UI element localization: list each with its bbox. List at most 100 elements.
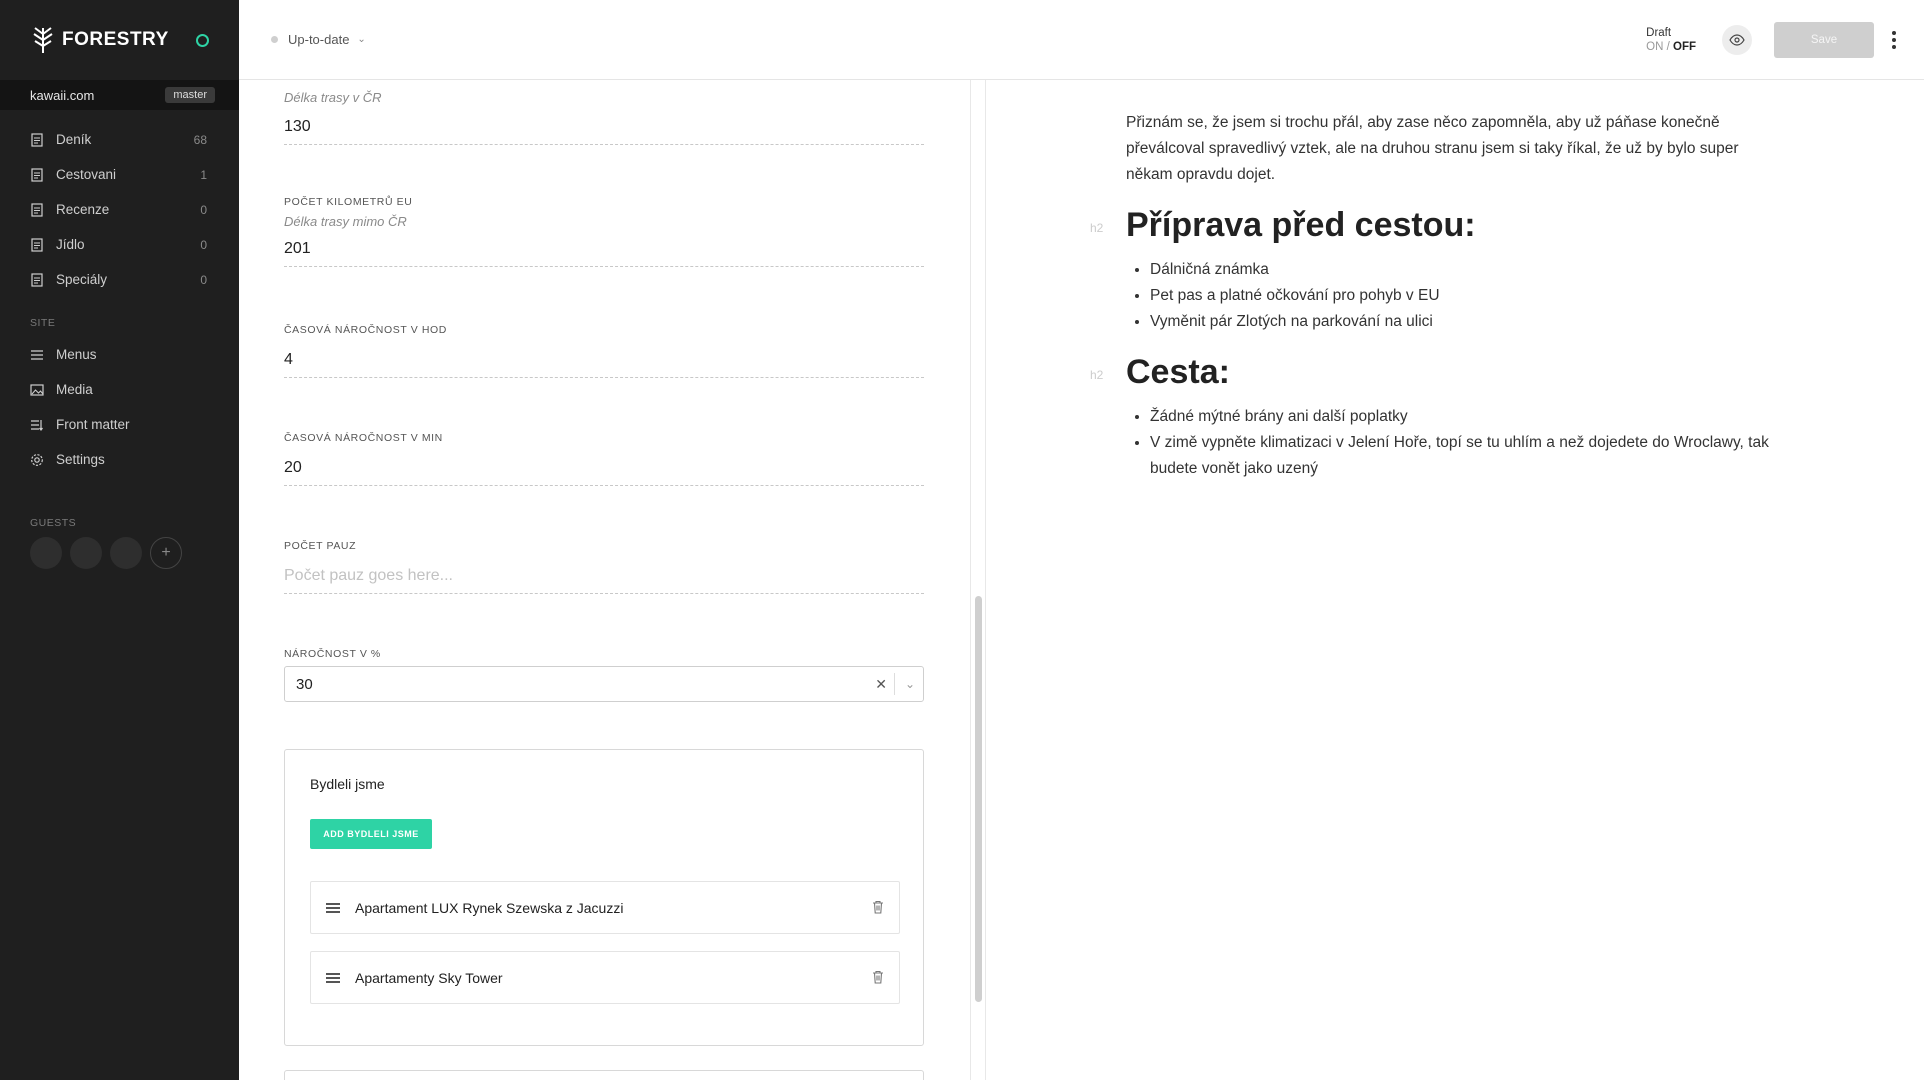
guest-avatar[interactable] [70,537,102,569]
field-pocet-km-eu: POČET KILOMETRŮ EU Délka trasy mimo ČR 2… [284,196,924,267]
list-item[interactable]: Apartament LUX Rynek Szewska z Jacuzzi [310,881,900,934]
document-icon [30,272,44,287]
save-button[interactable]: Save [1774,22,1874,58]
select-divider [894,673,895,695]
cas-min-input[interactable]: 20 [284,450,924,486]
list-item[interactable]: Apartamenty Sky Tower [310,951,900,1004]
eye-icon [1729,34,1745,46]
bydleli-jsme-group: Bydleli jsme ADD BYDLELI JSME Apartament… [284,749,924,1046]
field-description: Délka trasy mimo ČR [284,214,407,229]
document-icon [30,237,44,252]
draft-toggle[interactable]: Draft ON / OFF [1646,26,1696,54]
draft-off-option[interactable]: OFF [1673,41,1696,53]
field-pocet-pauz: POČET PAUZ Počet pauz goes here... [284,540,924,594]
site-selector[interactable]: kawaii.com master [0,80,239,110]
sidebar-item-label: Menus [56,347,97,362]
front-matter-form: Délka trasy v ČR 130 POČET KILOMETRŮ EU … [239,80,970,1080]
field-description: Délka trasy v ČR [284,90,382,105]
content-editor[interactable]: Přiznám se, že jsem si trochu přál, aby … [986,80,1924,1080]
front-matter-icon [30,418,44,432]
list-item[interactable]: Dálničná známka [1150,257,1776,283]
guest-avatar[interactable] [110,537,142,569]
sidebar-item-front-matter[interactable]: Front matter [0,407,239,442]
top-actions: Draft ON / OFF Save [1646,0,1896,80]
field-narocnost: NÁROČNOST V % 30 ✕ ⌄ [284,648,924,702]
sidebar: FORESTRY kawaii.com master Deník 68 Cest… [0,0,239,1080]
sidebar-item-count: 0 [200,202,207,217]
sync-status-dropdown[interactable]: Up-to-date ⌄ [271,32,366,47]
sidebar-item-label: Settings [56,452,105,467]
field-label: POČET PAUZ [284,540,357,552]
scrollbar-thumb[interactable] [975,596,982,1002]
sidebar-item-count: 0 [200,237,207,252]
drag-handle-icon[interactable] [326,972,340,983]
sections-nav: Deník 68 Cestovani 1 Recenze 0 Jídlo 0 S… [0,110,239,297]
trash-icon[interactable] [872,900,884,917]
sidebar-item-settings[interactable]: Settings [0,442,239,477]
heading-text: Cesta: [1126,353,1230,391]
next-field-group [284,1070,924,1080]
heading-level-tag: h2 [1090,368,1104,382]
delka-trasy-cr-input[interactable]: 130 [284,109,924,145]
sidebar-item-count: 1 [200,167,207,182]
add-guest-button[interactable]: + [150,537,182,569]
list-item-label: Apartamenty Sky Tower [355,969,503,986]
document-icon [30,167,44,182]
sidebar-item-label: Media [56,382,93,397]
group-title: Bydleli jsme [310,776,385,792]
drag-handle-icon[interactable] [326,902,340,913]
connection-status-icon [196,33,209,47]
chevron-down-icon[interactable]: ⌄ [905,677,915,691]
sidebar-item-count: 68 [193,132,207,147]
sidebar-item-cestovani[interactable]: Cestovani 1 [0,157,239,192]
add-bydleli-jsme-button[interactable]: ADD BYDLELI JSME [310,819,432,849]
list-item[interactable]: Pet pas a platné očkování pro pohyb v EU [1150,283,1776,309]
site-section-label: SITE [30,317,56,329]
heading-priprava[interactable]: h2 Příprava před cestou: [1090,206,1776,245]
form-scrollbar[interactable] [970,80,986,1080]
chevron-down-icon: ⌄ [357,34,366,45]
preview-button[interactable] [1722,25,1752,55]
branch-badge[interactable]: master [165,87,215,103]
sidebar-item-specialy[interactable]: Speciály 0 [0,262,239,297]
list-item[interactable]: Vyměnit pár Zlotých na parkování na ulic… [1150,309,1776,335]
bullet-list[interactable]: Dálničná známka Pet pas a platné očkován… [1126,257,1776,335]
clear-icon[interactable]: ✕ [875,676,887,693]
brand-name: FORESTRY [62,29,169,50]
cas-hod-input[interactable]: 4 [284,342,924,378]
field-label: POČET KILOMETRŮ EU [284,196,413,208]
gear-icon [30,453,44,467]
forestry-logo[interactable]: FORESTRY [30,26,169,54]
guests-list: + [0,537,239,569]
trash-icon[interactable] [872,970,884,987]
image-icon [30,383,44,397]
document-icon [30,202,44,217]
sidebar-item-jidlo[interactable]: Jídlo 0 [0,227,239,262]
sidebar-item-media[interactable]: Media [0,372,239,407]
pocet-km-eu-input[interactable]: 201 [284,231,924,267]
list-item[interactable]: V zimě vypněte klimatizaci v Jelení Hoře… [1150,430,1776,482]
draft-on-option[interactable]: ON [1646,41,1663,53]
sidebar-item-menus[interactable]: Menus [0,337,239,372]
sidebar-item-denik[interactable]: Deník 68 [0,122,239,157]
bullet-list[interactable]: Žádné mýtné brány ani další poplatky V z… [1126,404,1776,482]
field-cas-min: ČASOVÁ NÁROČNOST V MIN 20 [284,432,924,486]
paragraph[interactable]: Přiznám se, že jsem si trochu přál, aby … [1126,110,1776,188]
top-bar: Up-to-date ⌄ Draft ON / OFF Save [239,0,1924,80]
heading-text: Příprava před cestou: [1126,206,1476,244]
heading-cesta[interactable]: h2 Cesta: [1090,353,1776,392]
list-item[interactable]: Žádné mýtné brány ani další poplatky [1150,404,1776,430]
sidebar-item-recenze[interactable]: Recenze 0 [0,192,239,227]
pocet-pauz-input[interactable]: Počet pauz goes here... [284,558,924,594]
narocnost-select[interactable]: 30 ✕ ⌄ [284,666,924,702]
logo-row: FORESTRY [0,0,239,80]
guests-section-label: GUESTS [30,517,77,529]
more-options-icon[interactable] [1892,31,1896,49]
guest-avatar[interactable] [30,537,62,569]
status-dot-icon [271,36,278,43]
field-label: ČASOVÁ NÁROČNOST V HOD [284,324,447,336]
draft-label: Draft [1646,27,1672,39]
editor-content[interactable]: Přiznám se, že jsem si trochu přál, aby … [1090,110,1776,482]
field-cas-hod: ČASOVÁ NÁROČNOST V HOD 4 [284,324,924,378]
field-label: ČASOVÁ NÁROČNOST V MIN [284,432,443,444]
